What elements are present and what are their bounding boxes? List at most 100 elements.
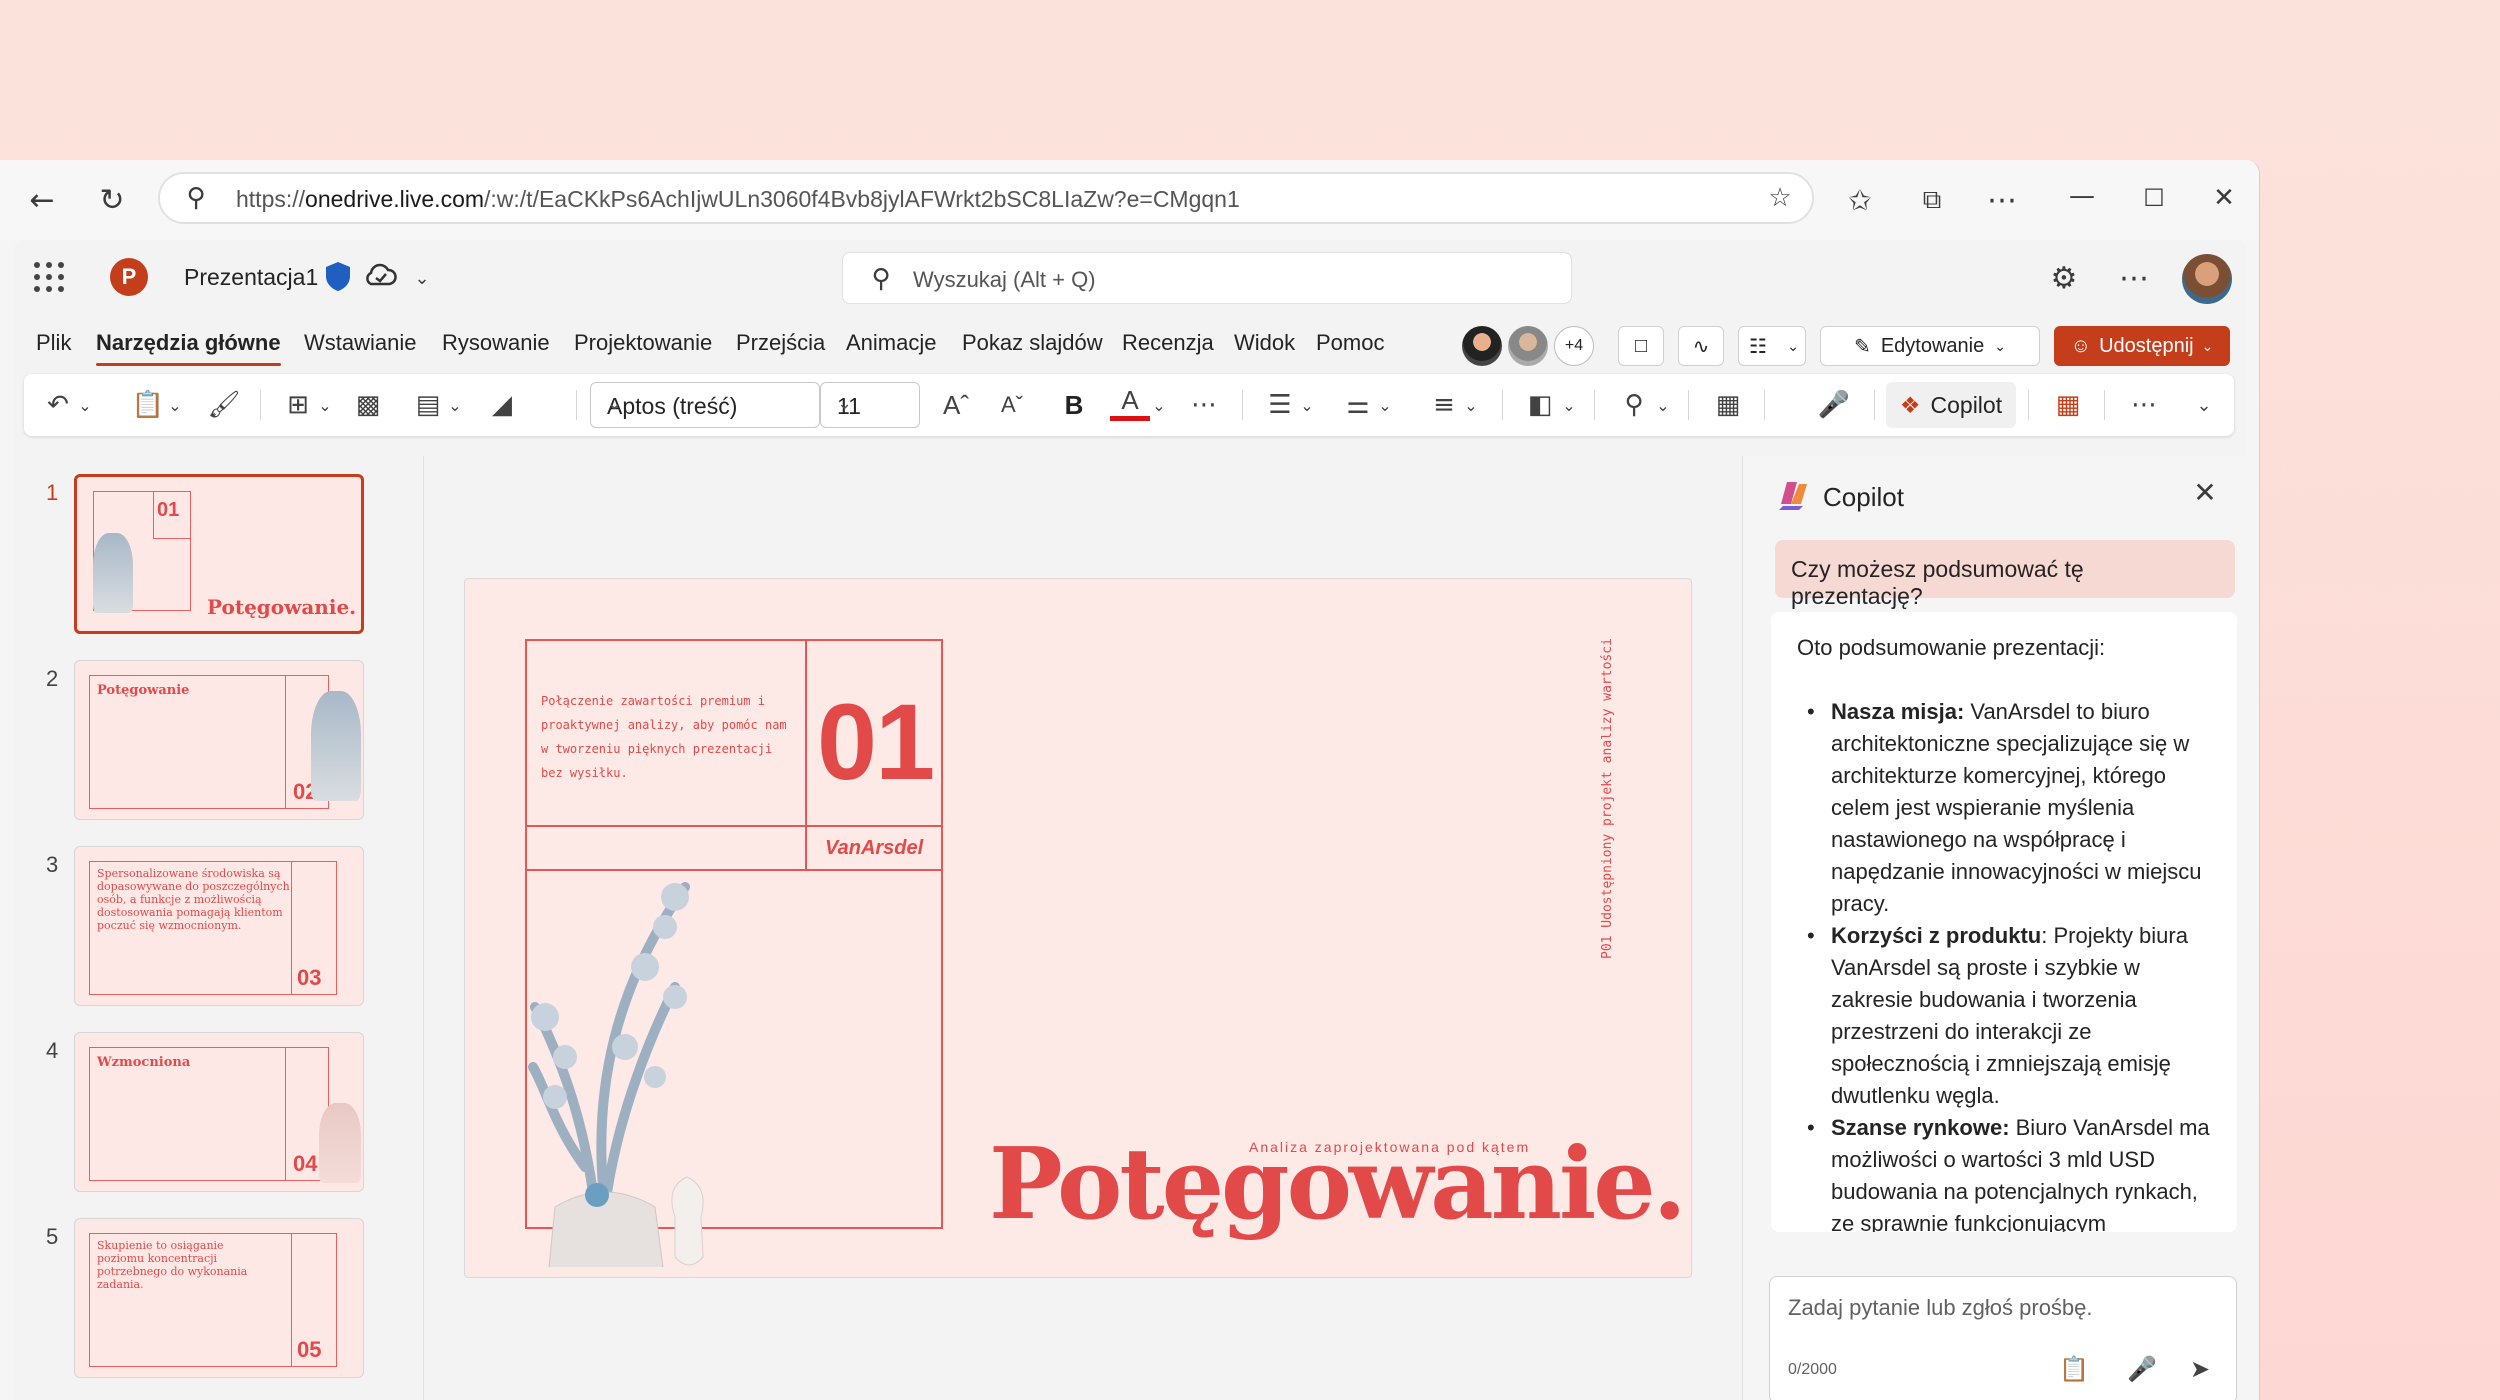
dictate-microphone-icon[interactable]: 🎤 (1814, 385, 1854, 425)
collaborator-avatar[interactable] (1462, 326, 1502, 366)
chevron-down-icon[interactable]: ⌄ (314, 385, 336, 425)
sensitivity-shield-icon[interactable] (324, 260, 352, 292)
slide-thumbnail[interactable]: Potęgowanie 02 (74, 660, 364, 820)
user-avatar[interactable] (2182, 254, 2232, 304)
current-slide[interactable]: Połączenie zawartości premium i proaktyw… (464, 578, 1692, 1278)
separator (1688, 390, 1689, 420)
slide-thumbnail[interactable]: Skupienie to osiąganie poziomu koncentra… (74, 1218, 364, 1378)
comments-icon[interactable]: □ (1618, 326, 1664, 366)
app-launcher-icon[interactable] (34, 262, 64, 292)
chevron-down-icon[interactable]: ⌄ (1374, 385, 1396, 425)
plant-image (93, 533, 133, 613)
plant-image (319, 1103, 361, 1183)
prompt-guide-icon[interactable]: 📋 (2056, 1351, 2092, 1387)
pencil-icon: ✎ (1854, 335, 1871, 358)
editing-mode-button[interactable]: ✎ Edytowanie ⌄ (1820, 326, 2040, 366)
background-icon[interactable]: ◢ (482, 385, 522, 425)
format-painter-icon[interactable]: 🖌 (204, 385, 244, 425)
tab-plik[interactable]: Plik (36, 330, 71, 356)
search-box[interactable]: ⚲ Wyszukaj (Alt + Q) (842, 252, 1572, 304)
font-color-icon[interactable]: A (1110, 385, 1150, 421)
align-text-icon[interactable]: ≡ (1424, 385, 1464, 425)
chevron-down-icon[interactable]: ⌄ (1558, 385, 1580, 425)
add-favorite-icon[interactable]: ☆ (1760, 178, 1800, 218)
chevron-down-icon[interactable]: ⌄ (164, 385, 186, 425)
tab-projektowanie[interactable]: Projektowanie (574, 330, 712, 356)
reuse-slides-icon[interactable]: ▩ (348, 385, 388, 425)
present-button[interactable]: ☷ ⌄ (1738, 326, 1806, 366)
thumbnail-title: Skupienie to osiąganie poziomu koncentra… (97, 1239, 248, 1291)
chevron-down-icon[interactable]: ⌄ (74, 385, 96, 425)
bullets-icon[interactable]: ☰ (1260, 385, 1300, 425)
tab-rysowanie[interactable]: Rysowanie (442, 330, 550, 356)
collaborator-avatar[interactable] (1508, 326, 1548, 366)
tab-widok[interactable]: Widok (1234, 330, 1295, 356)
character-count: 0/2000 (1788, 1361, 1837, 1378)
cloud-saved-icon[interactable] (362, 260, 398, 292)
send-icon[interactable]: ➤ (2182, 1351, 2218, 1387)
document-title[interactable]: Prezentacja1 (184, 264, 318, 291)
close-window-icon[interactable]: ✕ (2204, 178, 2244, 218)
undo-icon[interactable]: ↶ (38, 385, 78, 425)
find-icon[interactable]: ⚲ (1614, 385, 1654, 425)
address-bar[interactable]: ⚲ https://onedrive.live.com/:w:/t/EaCKkP… (158, 172, 1814, 224)
chevron-down-icon[interactable]: ⌄ (1296, 385, 1318, 425)
chevron-down-icon[interactable]: ⌄ (1148, 385, 1170, 425)
minimize-icon[interactable]: — (2062, 176, 2102, 216)
more-collaborators-badge[interactable]: +4 (1554, 326, 1594, 366)
numbering-icon[interactable]: ⚌ (1338, 385, 1378, 425)
maximize-icon[interactable]: ☐ (2134, 178, 2174, 218)
plant-vase-image (528, 882, 704, 1267)
tab-animacje[interactable]: Animacje (846, 330, 936, 356)
designer-icon[interactable]: ▦ (1708, 385, 1748, 425)
close-pane-icon[interactable]: ✕ (2185, 472, 2225, 512)
tab-wstawianie[interactable]: Wstawianie (304, 330, 416, 356)
response-bullet: Szanse rynkowe: Biuro VanArsdel ma możli… (1797, 1112, 2217, 1232)
copilot-button[interactable]: ❖ Copilot (1886, 382, 2016, 428)
more-icon[interactable]: ⋯ (1982, 180, 2022, 220)
more-ribbon-options-icon[interactable]: ⋯ (2124, 385, 2164, 425)
thumbnail-number: 3 (46, 852, 59, 877)
collections-icon[interactable]: ⧉ (1912, 180, 1952, 220)
chevron-down-icon[interactable]: ⌄ (1460, 385, 1482, 425)
tab-pomoc[interactable]: Pomoc (1316, 330, 1384, 356)
share-button[interactable]: ☺ Udostępnij ⌄ (2054, 326, 2230, 366)
chevron-down-icon: ⌄ (2201, 337, 2214, 354)
tab-przejscia[interactable]: Przejścia (736, 330, 825, 356)
chevron-down-icon[interactable]: ⌄ (1652, 385, 1674, 425)
more-options-icon[interactable]: ⋯ (2114, 258, 2154, 298)
activity-icon[interactable]: ∿ (1678, 326, 1724, 366)
shapes-icon[interactable]: ◧ (1520, 385, 1560, 425)
expand-ribbon-icon[interactable]: ⌄ (2184, 385, 2224, 425)
increase-font-size-icon[interactable]: Aˆ (936, 385, 976, 425)
tab-pokaz-slajdow[interactable]: Pokaz slajdów (962, 330, 1103, 356)
chevron-down-icon: ⌄ (837, 393, 853, 413)
favorites-icon[interactable]: ✩ (1840, 180, 1880, 220)
paste-icon[interactable]: 📋 (128, 385, 168, 425)
present-icon: ☷ (1749, 335, 1767, 358)
slide-thumbnails-pane: 1 01 Potęgowanie. 2 Potęgowanie 02 3 Spe… (14, 456, 424, 1400)
tab-recenzja[interactable]: Recenzja (1122, 330, 1214, 356)
font-name-select[interactable]: Aptos (treść) ⌄ (590, 382, 820, 428)
add-ins-icon[interactable]: ▦ (2048, 385, 2088, 425)
back-icon[interactable]: ← (22, 180, 62, 220)
refresh-icon[interactable]: ↻ (92, 180, 132, 220)
font-size-select[interactable]: 11 ⌄ (820, 382, 920, 428)
new-slide-icon[interactable]: ⊞ (278, 385, 318, 425)
more-font-options-icon[interactable]: ⋯ (1184, 385, 1224, 425)
chevron-down-icon[interactable]: ⌄ (444, 385, 466, 425)
bold-icon[interactable]: B (1054, 385, 1094, 425)
layout-icon[interactable]: ▤ (408, 385, 448, 425)
tab-narzedzia-glowne[interactable]: Narzędzia główne (96, 330, 281, 366)
copilot-prompt-input[interactable]: Zadaj pytanie lub zgłoś prośbę. 0/2000 📋… (1769, 1276, 2237, 1400)
slide-thumbnail[interactable]: Spersonalizowane środowiska są dopasowyw… (74, 846, 364, 1006)
chevron-down-icon[interactable]: ⌄ (402, 258, 442, 298)
thumbnail-number: 5 (46, 1224, 59, 1249)
thumbnail-number: 4 (46, 1038, 59, 1063)
slide-thumbnail[interactable]: Wzmocniona 04 (74, 1032, 364, 1192)
slide-thumbnail[interactable]: 01 Potęgowanie. (74, 474, 364, 634)
microphone-icon[interactable]: 🎤 (2124, 1351, 2160, 1387)
browser-toolbar: ← ↻ ⚲ https://onedrive.live.com/:w:/t/Ea… (0, 160, 2259, 240)
settings-gear-icon[interactable]: ⚙ (2044, 258, 2084, 298)
decrease-font-size-icon[interactable]: Aˇ (992, 385, 1032, 425)
